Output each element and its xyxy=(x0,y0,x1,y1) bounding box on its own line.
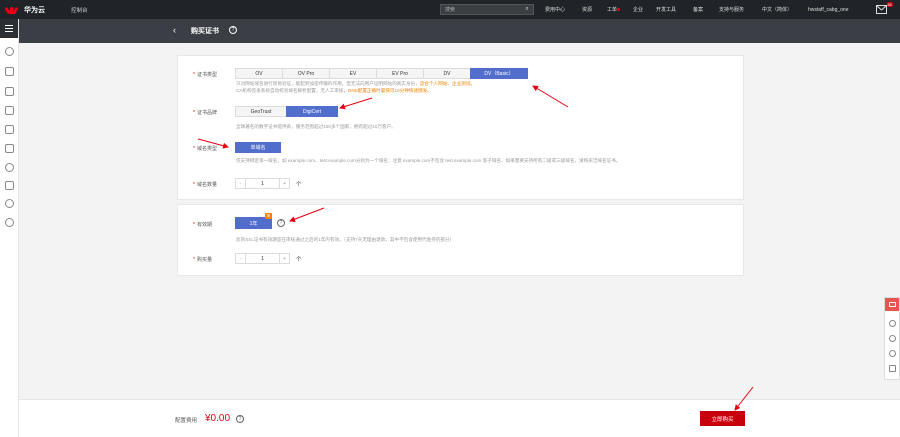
cert-type-label: * 证书类型 xyxy=(193,72,217,78)
document-icon[interactable] xyxy=(5,125,14,134)
nav-billing[interactable]: 费用中心 xyxy=(545,0,565,19)
settings-icon[interactable] xyxy=(5,218,14,227)
cert-brand-selector: GeoTrust DigiCert xyxy=(235,106,338,117)
fee-label: 配置费用 xyxy=(175,418,198,424)
brand-name: 华为云 xyxy=(24,6,45,14)
option-dv[interactable]: DV xyxy=(423,68,471,79)
search-icon[interactable]: ⌕ xyxy=(521,5,533,14)
fee-value: ¥0.00 xyxy=(205,413,231,424)
nav-tickets-label: 工单 xyxy=(607,7,618,13)
option-digicert[interactable]: DigiCert xyxy=(286,106,338,117)
huawei-logo-icon xyxy=(4,5,19,15)
quantity-unit: 个 xyxy=(296,257,302,263)
buy-now-button[interactable]: 立即购买 xyxy=(700,411,745,426)
menu-button[interactable] xyxy=(0,19,18,38)
message-icon xyxy=(888,302,896,307)
domain-count-input[interactable]: 1 xyxy=(245,178,280,189)
domain-type-desc: 仅支持绑定单一域名，如 example.com、test.example.com… xyxy=(236,158,621,163)
floating-tools xyxy=(884,297,900,380)
mail-icon xyxy=(876,5,887,14)
users-icon[interactable] xyxy=(5,67,14,76)
search-input[interactable]: 搜索 xyxy=(441,6,521,13)
mail-count-badge: 61 xyxy=(886,2,893,7)
domain-count-increment[interactable]: + xyxy=(279,178,290,189)
quantity-label: * 购买量 xyxy=(193,257,212,263)
help-icon[interactable]: ? xyxy=(229,26,237,34)
option-ov[interactable]: OV xyxy=(235,68,283,79)
layers-icon[interactable] xyxy=(889,335,896,342)
cert-type-desc-1: 只对网站域名进行简易验证，能起到加密传输的作用，但无法向用户证明网站的真实身份，… xyxy=(236,81,475,86)
quantity-input[interactable]: 1 xyxy=(245,253,280,264)
upload-icon[interactable] xyxy=(5,181,14,190)
nav-username[interactable]: hwstaff_cabg_one xyxy=(808,0,849,19)
domain-count-label: * 域名数量 xyxy=(193,182,217,188)
cert-brand-desc: 全球著名的数字证书提供商，服务范围超过150多个国家，拥有超过10万客户。 xyxy=(236,124,396,129)
question-icon[interactable] xyxy=(889,350,896,357)
left-sidebar xyxy=(0,19,19,437)
globe-icon[interactable] xyxy=(5,199,14,208)
notes-icon[interactable] xyxy=(889,365,896,372)
domain-count-stepper: - 1 + xyxy=(235,178,290,189)
cloud-icon[interactable] xyxy=(5,47,14,56)
domain-type-selector: 单域名 xyxy=(235,142,281,153)
back-arrow-icon[interactable]: ‹ xyxy=(173,25,176,35)
storage-icon[interactable] xyxy=(5,144,14,153)
option-single-domain[interactable]: 单域名 xyxy=(235,142,281,153)
domain-count-unit: 个 xyxy=(296,182,302,188)
page-header: ‹ 购买证书 ? xyxy=(19,19,900,43)
feedback-button[interactable] xyxy=(885,298,899,311)
nav-enterprise[interactable]: 企业 xyxy=(633,0,643,19)
bottom-action-bar: 配置费用 ¥0.00 ? 立即购买 xyxy=(19,399,900,437)
notification-dot xyxy=(617,8,621,11)
validity-desc: 您的SSL证书有效期是在审核通过之后的1年内有效。（支持7天无理由退款，其中不包… xyxy=(236,237,455,242)
cert-type-desc-2: CA机构签发系统自动校验域名解析配置，无人工审核，DNS配置正确时最快可10分钟… xyxy=(236,88,432,93)
certificate-config-card: * 证书类型 OV OV Pro EV EV Pro DV DV（Basic） 只… xyxy=(177,55,744,200)
nav-resources[interactable]: 资源 xyxy=(582,0,592,19)
option-geotrust[interactable]: GeoTrust xyxy=(235,106,287,117)
hamburger-icon xyxy=(5,25,13,32)
recommended-tag: 荐 xyxy=(265,213,272,219)
cdn-icon[interactable] xyxy=(5,163,14,172)
option-dv-basic[interactable]: DV（Basic） xyxy=(470,68,528,79)
cert-type-selector: OV OV Pro EV EV Pro DV DV（Basic） xyxy=(235,68,528,79)
server-icon[interactable] xyxy=(5,87,14,96)
quantity-increment[interactable]: + xyxy=(279,253,290,264)
chat-icon[interactable] xyxy=(889,320,896,327)
option-ev-pro[interactable]: EV Pro xyxy=(376,68,424,79)
domain-type-label: * 域名类型 xyxy=(193,146,217,152)
network-icon[interactable] xyxy=(5,106,14,115)
validity-help-icon[interactable]: ? xyxy=(277,219,285,227)
mail-button[interactable]: 61 xyxy=(876,2,893,15)
nav-tickets[interactable]: 工单 xyxy=(607,0,621,19)
option-ov-pro[interactable]: OV Pro xyxy=(282,68,330,79)
nav-language[interactable]: 中文（简体） xyxy=(762,0,792,19)
nav-support[interactable]: 支持与服务 xyxy=(719,0,744,19)
nav-dev-tools[interactable]: 开发工具 xyxy=(656,0,676,19)
quantity-stepper: - 1 + xyxy=(235,253,290,264)
purchase-card: * 有效期 1年 荐 ? 您的SSL证书有效期是在审核通过之后的1年内有效。（支持… xyxy=(177,204,744,276)
page-title: 购买证书 xyxy=(191,28,219,35)
console-link[interactable]: 控制台 xyxy=(71,6,88,14)
cert-brand-label: * 证书品牌 xyxy=(193,110,217,116)
option-ev[interactable]: EV xyxy=(329,68,377,79)
validity-label: * 有效期 xyxy=(193,222,212,228)
search-box[interactable]: 搜索 ⌕ xyxy=(440,4,534,15)
fee-help-icon[interactable]: ? xyxy=(236,415,244,423)
nav-filing[interactable]: 备案 xyxy=(693,0,703,19)
top-navigation: 华为云 控制台 搜索 ⌕ 费用中心 资源 工单 企业 开发工具 备案 支持与服务… xyxy=(0,0,900,19)
huawei-cloud-logo[interactable]: 华为云 xyxy=(4,5,45,15)
